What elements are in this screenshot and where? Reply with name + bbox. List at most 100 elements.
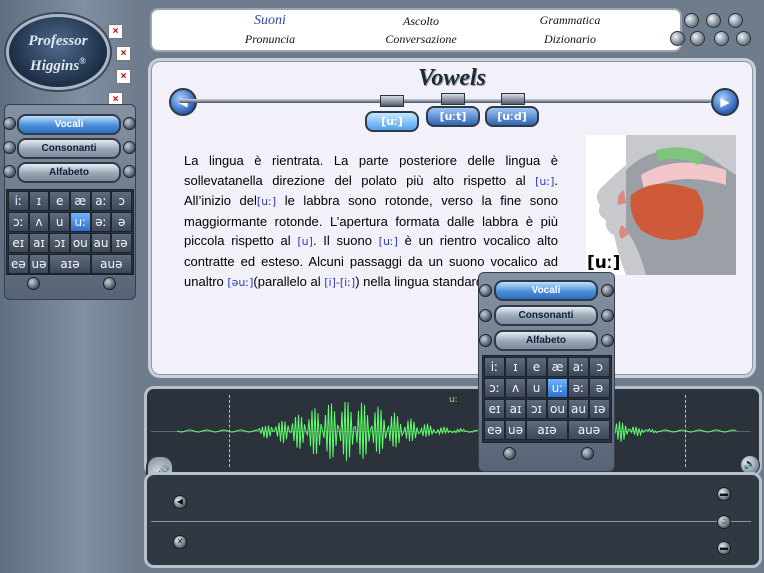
record-button-icon[interactable]: ✕ <box>173 535 187 549</box>
popup-phoneme-cell[interactable]: ʌ <box>505 378 526 398</box>
help-icon[interactable] <box>736 31 751 46</box>
next-arrow-icon[interactable]: ▶ <box>711 88 739 116</box>
left-phoneme-cell[interactable]: ɪə <box>111 233 132 253</box>
left-phoneme-cell[interactable]: eə <box>8 254 29 274</box>
phonetic-symbol: [uː] <box>378 235 398 249</box>
popup-phoneme-cell[interactable]: au <box>568 399 589 419</box>
alfabeto-button[interactable]: Alfabeto <box>17 162 121 183</box>
phonetic-symbol: [əuː] <box>227 275 254 289</box>
close-icon[interactable] <box>728 13 743 28</box>
popup-phoneme-cell[interactable]: iː <box>484 357 505 377</box>
phonetic-symbol: [uː] <box>256 195 277 209</box>
left-phoneme-cell[interactable]: iː <box>8 191 29 211</box>
popup-alfabeto-button[interactable]: Alfabeto <box>494 330 598 351</box>
bolt-icon <box>27 277 40 290</box>
popup-phoneme-cell[interactable]: ə <box>589 378 610 398</box>
left-phoneme-cell[interactable]: auə <box>90 254 132 274</box>
left-phoneme-cell[interactable]: aː <box>90 191 112 211</box>
consonanti-button[interactable]: Consonanti <box>17 138 121 159</box>
description-text-segment: ) nella lingua standard. <box>355 273 487 289</box>
popup-phoneme-cell[interactable]: eɪ <box>484 399 505 419</box>
bolt-icon <box>581 447 594 460</box>
left-phoneme-cell[interactable]: au <box>90 233 112 253</box>
popup-phoneme-cell[interactable]: æ <box>547 357 568 377</box>
popup-phoneme-cell[interactable]: ɪ <box>505 357 526 377</box>
popup-phoneme-cell[interactable]: ɔː <box>484 378 505 398</box>
refresh-icon[interactable] <box>690 31 705 46</box>
minimize-icon[interactable] <box>684 13 699 28</box>
sound-selector-popup: Vocali Consonanti Alfabeto iː ɪ e æ aː ɔ ɔː ʌ u u… <box>478 272 615 472</box>
popup-phoneme-cell[interactable]: uə <box>505 420 526 440</box>
page-title: Vowels <box>417 65 486 91</box>
close-box-1[interactable]: × <box>108 24 123 39</box>
scroll-up-icon[interactable]: ▬ <box>717 487 731 501</box>
tab-u-long[interactable]: [uː] <box>365 111 419 132</box>
scroll-down-icon[interactable]: ▬ <box>717 541 731 555</box>
left-phoneme-cell[interactable]: əː <box>90 212 112 232</box>
left-phoneme-cell[interactable]: ɔː <box>8 212 29 232</box>
close-box-2[interactable]: × <box>116 46 131 61</box>
recording-baseline <box>151 521 751 522</box>
tab-u-long-d[interactable]: [uːd] <box>485 106 539 127</box>
vocali-button[interactable]: Vocali <box>17 114 121 135</box>
close-box-3[interactable]: × <box>116 69 131 84</box>
popup-phoneme-cell[interactable]: ɔɪ <box>526 399 547 419</box>
popup-phoneme-cell[interactable]: ou <box>547 399 568 419</box>
left-phoneme-cell[interactable]: ə <box>111 212 132 232</box>
left-phoneme-cell[interactable]: ʌ <box>28 212 50 232</box>
track-notch <box>380 95 404 107</box>
print-icon[interactable] <box>670 31 685 46</box>
nav-grammatica[interactable]: Grammatica <box>515 13 625 28</box>
popup-phoneme-cell[interactable]: əː <box>568 378 589 398</box>
left-phoneme-cell[interactable]: ɪ <box>28 191 50 211</box>
popup-phoneme-cell[interactable]: ɔ <box>589 357 610 377</box>
left-phoneme-cell[interactable]: æ <box>70 191 91 211</box>
waveform-display <box>177 401 737 461</box>
phoneme-grid: iː ɪ e æ aː ɔ ɔː ʌ u uː əː ə eɪ aɪ ɔɪ ou au ɪə eə uə aɪə auə <box>6 189 134 275</box>
left-phoneme-cell[interactable]: e <box>49 191 70 211</box>
phonetic-symbol: [i]-[iː] <box>324 275 356 289</box>
left-phoneme-cell[interactable]: ɔ <box>111 191 132 211</box>
left-phoneme-cell[interactable]: aɪ <box>28 233 50 253</box>
left-phoneme-cell[interactable]: uə <box>28 254 50 274</box>
lesson-content: Vowels ◀ ▶ [uː] [uːt] [uːd] La lingua è … <box>148 58 756 378</box>
bolt-icon <box>601 334 614 347</box>
popup-phoneme-cell[interactable]: ɪə <box>589 399 610 419</box>
left-panel: Professor Higgins® × × × × Vocali Conson… <box>0 0 138 573</box>
professor-higgins-logo: Professor Higgins® <box>6 14 110 90</box>
left-phoneme-cell[interactable]: u <box>49 212 70 232</box>
play-button-icon[interactable]: ◀ <box>173 495 187 509</box>
popup-phoneme-cell[interactable]: eə <box>484 420 505 440</box>
nav-conversazione[interactable]: Conversazione <box>366 32 476 47</box>
track-notch <box>441 93 465 105</box>
popup-phoneme-cell[interactable]: aɪ <box>505 399 526 419</box>
nav-ascolto[interactable]: Ascolto <box>366 14 476 29</box>
left-phoneme-cell[interactable]: eɪ <box>8 233 29 253</box>
left-phoneme-cell[interactable]: ou <box>70 233 91 253</box>
mouth-diagram-label: [uː] <box>587 253 621 273</box>
nav-suoni[interactable]: Suoni <box>215 13 325 29</box>
popup-phoneme-cell[interactable]: auə <box>568 420 610 440</box>
zoom-icon[interactable]: ☺ <box>717 515 731 529</box>
popup-phoneme-cell[interactable]: uː <box>547 378 568 398</box>
nav-pronuncia[interactable]: Pronuncia <box>215 32 325 47</box>
bolt-icon <box>601 284 614 297</box>
left-phoneme-cell[interactable]: aɪə <box>49 254 91 274</box>
popup-phoneme-cell[interactable]: aː <box>568 357 589 377</box>
left-phoneme-cell[interactable]: ɔɪ <box>49 233 70 253</box>
settings-icon[interactable] <box>714 31 729 46</box>
recording-panel: ◀ ✕ ▬ ☺ ▬ <box>144 472 762 568</box>
popup-phoneme-cell[interactable]: u <box>526 378 547 398</box>
description-text-segment: (parallelo al <box>253 273 325 289</box>
popup-consonanti-button[interactable]: Consonanti <box>494 305 598 326</box>
bolt-icon <box>123 117 136 130</box>
nav-dizionario[interactable]: Dizionario <box>515 32 625 47</box>
tab-u-long-t[interactable]: [uːt] <box>426 106 480 127</box>
sound-selector-panel: Vocali Consonanti Alfabeto iː ɪ e æ aː ɔ ɔː ʌ u u… <box>3 104 136 300</box>
restore-icon[interactable] <box>706 13 721 28</box>
left-phoneme-cell[interactable]: uː <box>70 212 91 232</box>
popup-vocali-button[interactable]: Vocali <box>494 280 598 301</box>
description-text-segment: La lingua è rientrata. La parte posterio… <box>184 153 558 188</box>
popup-phoneme-cell[interactable]: e <box>526 357 547 377</box>
popup-phoneme-cell[interactable]: aɪə <box>526 420 568 440</box>
